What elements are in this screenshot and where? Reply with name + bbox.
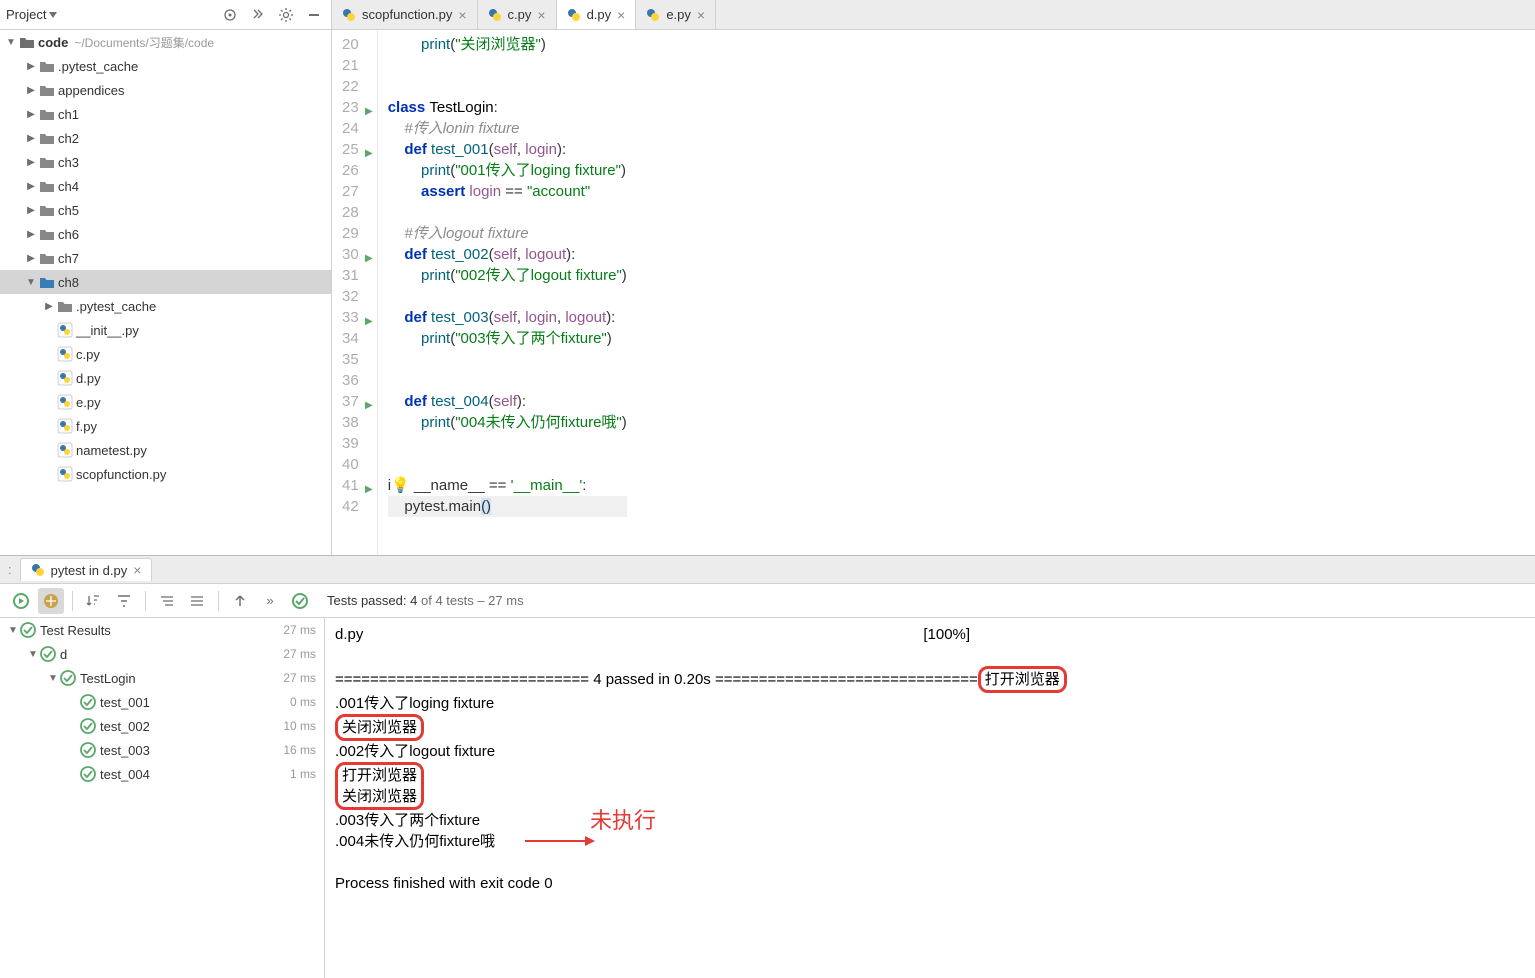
tab-label: scopfunction.py <box>362 7 452 22</box>
project-tree[interactable]: ▼ code ~/Documents/习题集/code ▶ .pytest_ca… <box>0 30 331 555</box>
tree-item[interactable]: ▶ ch3 <box>0 150 331 174</box>
gutter: 20212223▶2425▶2627282930▶313233▶34353637… <box>332 30 378 555</box>
tree-item[interactable]: nametest.py <box>0 438 331 462</box>
close-icon[interactable]: × <box>458 7 466 23</box>
pass-summary-icon <box>287 588 313 614</box>
tree-item[interactable]: __init__.py <box>0 318 331 342</box>
tree-item[interactable]: ▶ .pytest_cache <box>0 294 331 318</box>
tests-summary: Tests passed: 4 of 4 tests – 27 ms <box>327 593 524 608</box>
locate-icon[interactable] <box>219 4 241 26</box>
rerun-icon[interactable] <box>8 588 34 614</box>
close-icon[interactable]: × <box>133 562 141 578</box>
editor-tabs: scopfunction.py × c.py × d.py × e.py × <box>332 0 1535 30</box>
tree-item[interactable]: ▶ ch7 <box>0 246 331 270</box>
tab-label: d.py <box>587 7 612 22</box>
project-title[interactable]: Project <box>6 7 57 22</box>
tree-item[interactable]: ▶ ch5 <box>0 198 331 222</box>
annotation-box: 关闭浏览器 <box>335 714 424 741</box>
tree-item[interactable]: f.py <box>0 414 331 438</box>
console-output[interactable]: d.py[100%] =============================… <box>325 618 1535 978</box>
test-node[interactable]: test_003 16 ms <box>0 738 324 762</box>
run-tab[interactable]: pytest in d.py × <box>20 558 153 581</box>
tree-root[interactable]: ▼ code ~/Documents/习题集/code <box>0 30 331 54</box>
editor-tab[interactable]: c.py × <box>478 0 557 29</box>
gear-icon[interactable] <box>275 4 297 26</box>
filter-icon[interactable] <box>111 588 137 614</box>
chevron-down-icon <box>49 12 57 18</box>
test-node[interactable]: test_004 1 ms <box>0 762 324 786</box>
tree-item[interactable]: ▶ ch1 <box>0 102 331 126</box>
test-results-tree[interactable]: ▼ Test Results 27 ms ▼ d 27 ms ▼ TestLog… <box>0 618 325 978</box>
tree-item[interactable]: ▶ appendices <box>0 78 331 102</box>
tree-item[interactable]: ▶ ch2 <box>0 126 331 150</box>
more-icon[interactable]: » <box>257 588 283 614</box>
hide-icon[interactable] <box>303 4 325 26</box>
run-toolbar: » Tests passed: 4 of 4 tests – 27 ms <box>0 584 1535 618</box>
close-icon[interactable]: × <box>537 7 545 23</box>
tree-item[interactable]: ▶ ch4 <box>0 174 331 198</box>
annotation-text: 未执行 <box>590 810 656 831</box>
editor-tab[interactable]: e.py × <box>636 0 716 29</box>
test-node[interactable]: test_001 0 ms <box>0 690 324 714</box>
python-icon <box>31 563 45 577</box>
sort-icon[interactable] <box>81 588 107 614</box>
annotation-box: 打开浏览器关闭浏览器 <box>335 762 424 810</box>
code-editor[interactable]: print("关闭浏览器") class TestLogin: #传入lonin… <box>378 30 637 555</box>
tree-item[interactable]: d.py <box>0 366 331 390</box>
run-tab-label: pytest in d.py <box>51 563 128 578</box>
test-node[interactable]: test_002 10 ms <box>0 714 324 738</box>
tree-item[interactable]: e.py <box>0 390 331 414</box>
editor-tab[interactable]: d.py × <box>557 0 637 29</box>
tree-item[interactable]: c.py <box>0 342 331 366</box>
collapse-icon[interactable] <box>184 588 210 614</box>
tree-item[interactable]: ▶ .pytest_cache <box>0 54 331 78</box>
up-icon[interactable] <box>227 588 253 614</box>
tree-item[interactable]: ▶ ch6 <box>0 222 331 246</box>
editor-tab[interactable]: scopfunction.py × <box>332 0 478 29</box>
close-icon[interactable]: × <box>617 7 625 23</box>
test-root[interactable]: ▼ Test Results 27 ms <box>0 618 324 642</box>
toggle-auto-icon[interactable] <box>38 588 64 614</box>
run-tabs: : pytest in d.py × <box>0 556 1535 584</box>
project-header: Project <box>0 0 331 30</box>
run-label-prefix: : <box>8 562 12 577</box>
editor-area: scopfunction.py × c.py × d.py × e.py × 2… <box>332 0 1535 555</box>
test-node[interactable]: ▼ d 27 ms <box>0 642 324 666</box>
tab-label: c.py <box>508 7 532 22</box>
test-node[interactable]: ▼ TestLogin 27 ms <box>0 666 324 690</box>
close-icon[interactable]: × <box>697 7 705 23</box>
project-sidebar: Project ▼ code ~/Documents/习题集/code ▶ <box>0 0 332 555</box>
annotation-box: 打开浏览器 <box>978 666 1067 693</box>
tree-item[interactable]: scopfunction.py <box>0 462 331 486</box>
tree-item[interactable]: ▼ ch8 <box>0 270 331 294</box>
tab-label: e.py <box>666 7 691 22</box>
expand-icon[interactable] <box>154 588 180 614</box>
run-panel: : pytest in d.py × » Tests passed: 4 of … <box>0 555 1535 978</box>
expand-all-icon[interactable] <box>247 4 269 26</box>
code-area[interactable]: 20212223▶2425▶2627282930▶313233▶34353637… <box>332 30 1535 555</box>
